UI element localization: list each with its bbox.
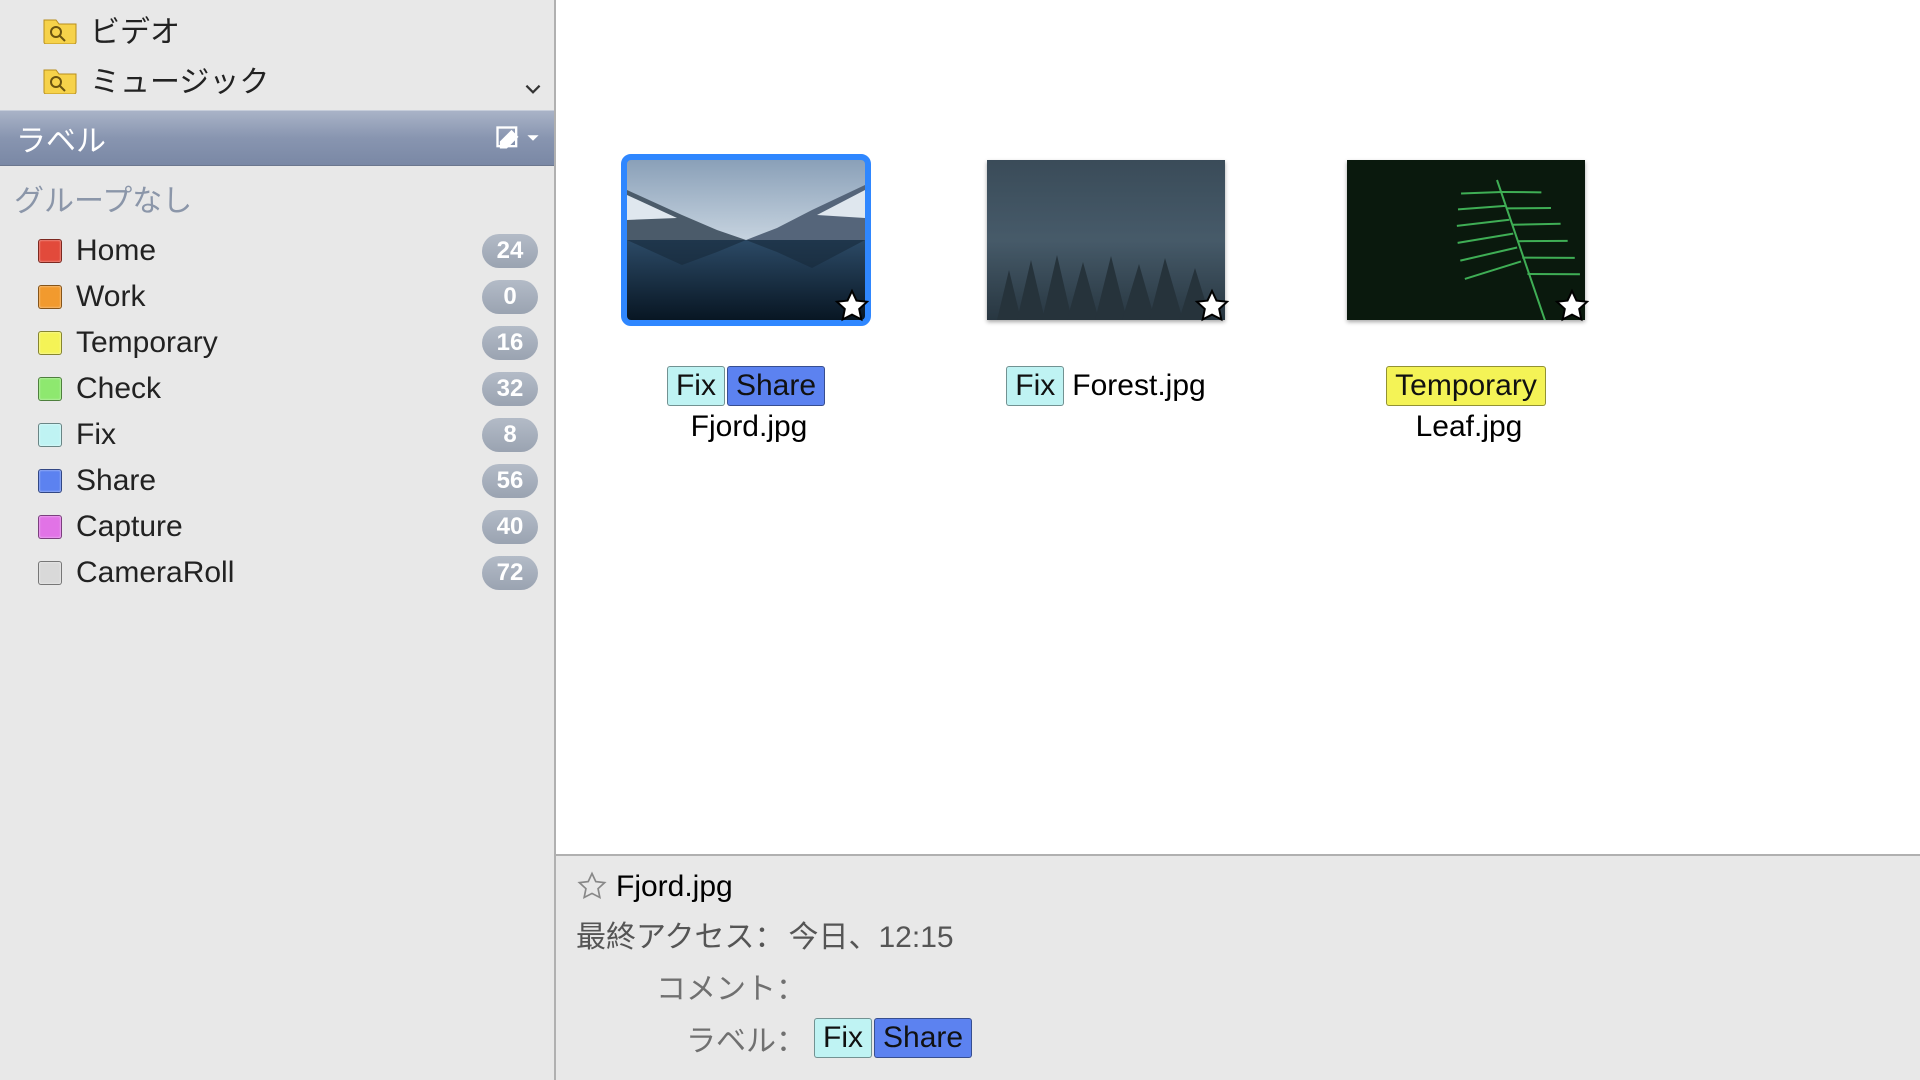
tag-chip-share[interactable]: Share (727, 366, 825, 406)
tag-chip-share[interactable]: Share (874, 1018, 972, 1058)
details-access-label: 最終アクセス： (576, 912, 785, 956)
count-badge: 32 (482, 372, 538, 406)
color-swatch (38, 285, 62, 309)
label-item-work[interactable]: Work 0 (12, 274, 542, 320)
tag-chip-fix[interactable]: Fix (814, 1018, 872, 1058)
details-comment-label: コメント： (576, 964, 806, 1008)
label-item-check[interactable]: Check 32 (12, 366, 542, 412)
color-swatch (38, 239, 62, 263)
folder-search-icon (42, 64, 78, 94)
thumbnail-tags: Fix Share (667, 366, 825, 406)
folder-row-video[interactable]: ビデオ (0, 4, 554, 54)
label-item-share[interactable]: Share 56 (12, 458, 542, 504)
folder-search-icon (42, 14, 78, 44)
details-access-value: 今日、12:15 (789, 912, 954, 956)
count-badge: 8 (482, 418, 538, 452)
tag-chip-fix[interactable]: Fix (1006, 366, 1064, 406)
label-item-home[interactable]: Home 24 (12, 228, 542, 274)
labels-edit-button[interactable] (494, 124, 540, 152)
label-name: Share (76, 464, 156, 498)
label-name: Temporary (76, 326, 218, 360)
thumbnail-forest[interactable]: Fix Forest.jpg (956, 160, 1256, 406)
thumbnail-filename: Leaf.jpg (1416, 410, 1523, 444)
folder-label: ビデオ (90, 7, 180, 51)
label-name: Capture (76, 510, 183, 544)
count-badge: 24 (482, 234, 538, 268)
tag-chip-fix[interactable]: Fix (667, 366, 725, 406)
label-name: CameraRoll (76, 556, 234, 590)
count-badge: 0 (482, 280, 538, 314)
favorite-star-icon[interactable] (1553, 288, 1591, 326)
tag-chip-temporary[interactable]: Temporary (1386, 366, 1546, 406)
thumbnail-tags: Temporary (1386, 366, 1546, 406)
label-item-temporary[interactable]: Temporary 16 (12, 320, 542, 366)
scroll-down-button[interactable] (518, 74, 548, 104)
thumbnail-leaf[interactable]: Temporary Leaf.jpg (1316, 160, 1616, 444)
edit-icon (494, 124, 522, 152)
count-badge: 40 (482, 510, 538, 544)
labels-panel-header: ラベル (0, 110, 554, 166)
thumbnail-fjord[interactable]: Fix Share Fjord.jpg (596, 160, 896, 444)
details-label-label: ラベル： (576, 1016, 806, 1060)
thumbnail-tags: Fix Forest.jpg (1006, 366, 1205, 406)
label-group-header: グループなし (0, 166, 554, 226)
thumbnail-image (627, 160, 865, 320)
label-name: Check (76, 372, 161, 406)
count-badge: 72 (482, 556, 538, 590)
color-swatch (38, 423, 62, 447)
thumbnail-image-frame[interactable] (1347, 160, 1585, 320)
folder-row-music[interactable]: ミュージック (0, 54, 554, 104)
thumbnail-image (987, 160, 1225, 320)
details-panel: Fjord.jpg 最終アクセス： 今日、12:15 コメント： ラベル： Fi… (556, 854, 1920, 1080)
label-name: Home (76, 234, 156, 268)
folder-tree: ビデオ ミュージック (0, 0, 554, 110)
folder-label: ミュージック (90, 57, 269, 101)
color-swatch (38, 377, 62, 401)
color-swatch (38, 515, 62, 539)
thumbnail-grid: Fix Share Fjord.jpg (556, 0, 1920, 854)
label-item-cameraroll[interactable]: CameraRoll 72 (12, 550, 542, 596)
label-list: Home 24 Work 0 Temporary 16 Check 32 (0, 226, 554, 596)
thumbnail-filename: Forest.jpg (1072, 369, 1205, 403)
color-swatch (38, 469, 62, 493)
thumbnail-image-frame[interactable] (627, 160, 865, 320)
count-badge: 56 (482, 464, 538, 498)
main-pane: Fix Share Fjord.jpg (556, 0, 1920, 1080)
details-filename: Fjord.jpg (616, 870, 733, 904)
chevron-down-icon (526, 131, 540, 145)
favorite-star-icon[interactable] (576, 871, 608, 903)
sidebar: ビデオ ミュージック ラベル (0, 0, 556, 1080)
label-name: Fix (76, 418, 116, 452)
color-swatch (38, 331, 62, 355)
thumbnail-filename: Fjord.jpg (691, 410, 808, 444)
favorite-star-icon[interactable] (833, 288, 871, 326)
thumbnail-image-frame[interactable] (987, 160, 1225, 320)
details-filename-row: Fjord.jpg (576, 870, 1900, 904)
thumbnail-image (1347, 160, 1585, 320)
labels-panel-title: ラベル (16, 116, 106, 160)
favorite-star-icon[interactable] (1193, 288, 1231, 326)
label-item-fix[interactable]: Fix 8 (12, 412, 542, 458)
color-swatch (38, 561, 62, 585)
count-badge: 16 (482, 326, 538, 360)
details-label-tags: Fix Share (814, 1018, 972, 1058)
label-item-capture[interactable]: Capture 40 (12, 504, 542, 550)
label-name: Work (76, 280, 145, 314)
